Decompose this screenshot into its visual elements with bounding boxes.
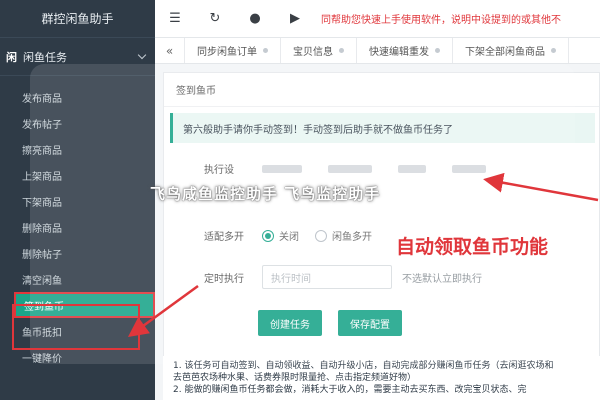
tab-label: 同步闲鱼订单 (197, 47, 257, 58)
sidebar-group-label: 闲鱼任务 (23, 50, 67, 64)
tab-sync-orders[interactable]: 同步闲鱼订单 (185, 38, 281, 63)
tab-close-icon[interactable] (263, 48, 268, 53)
tab-bar: « 同步闲鱼订单 宝贝信息 快速编辑重发 下架全部闲鱼商品 (155, 38, 600, 64)
group-icon: 闲 (6, 50, 17, 64)
tab-quick-edit-repost[interactable]: 快速编辑重发 (357, 38, 453, 63)
top-toolbar: ☰ ↻ ● ▶ 同帮助您快速上手使用软件，说明中设提到的或其他不 (155, 0, 600, 38)
tab-label: 宝贝信息 (293, 47, 333, 58)
tabs-back-icon[interactable]: « (155, 38, 185, 63)
tab-label: 下架全部闲鱼商品 (465, 47, 545, 58)
menu-icon[interactable]: ☰ (155, 0, 195, 38)
chevron-down-icon (137, 50, 147, 60)
app-brand: 群控闲鱼助手 (0, 0, 155, 38)
tab-close-icon[interactable] (551, 48, 556, 53)
tab-close-icon[interactable] (435, 48, 440, 53)
tab-unlist-all[interactable]: 下架全部闲鱼商品 (453, 38, 569, 63)
watermark-text: 飞鸟咸鱼监控助手 飞鸟监控助手 (150, 185, 381, 203)
play-icon[interactable]: ▶ (275, 0, 315, 38)
notice-text: 同帮助您快速上手使用软件，说明中设提到的或其他不 (321, 15, 561, 26)
tab-label: 快速编辑重发 (369, 47, 429, 58)
tab-close-icon[interactable] (339, 48, 344, 53)
note-line: 去芭芭农场种水果、话费券限时限量抢、点击指定频道好物） (173, 373, 417, 383)
tab-item-info[interactable]: 宝贝信息 (281, 38, 357, 63)
record-icon[interactable]: ● (235, 0, 275, 38)
highlight-box (12, 304, 140, 350)
refresh-icon[interactable]: ↻ (195, 0, 235, 38)
annotation-label: 自动领取鱼币功能 (396, 236, 549, 258)
note-line: 2. 能做的赚闲鱼币任务都会做，消耗大于收入的，需要主动去买东西、改完宝贝状态、… (173, 385, 527, 395)
